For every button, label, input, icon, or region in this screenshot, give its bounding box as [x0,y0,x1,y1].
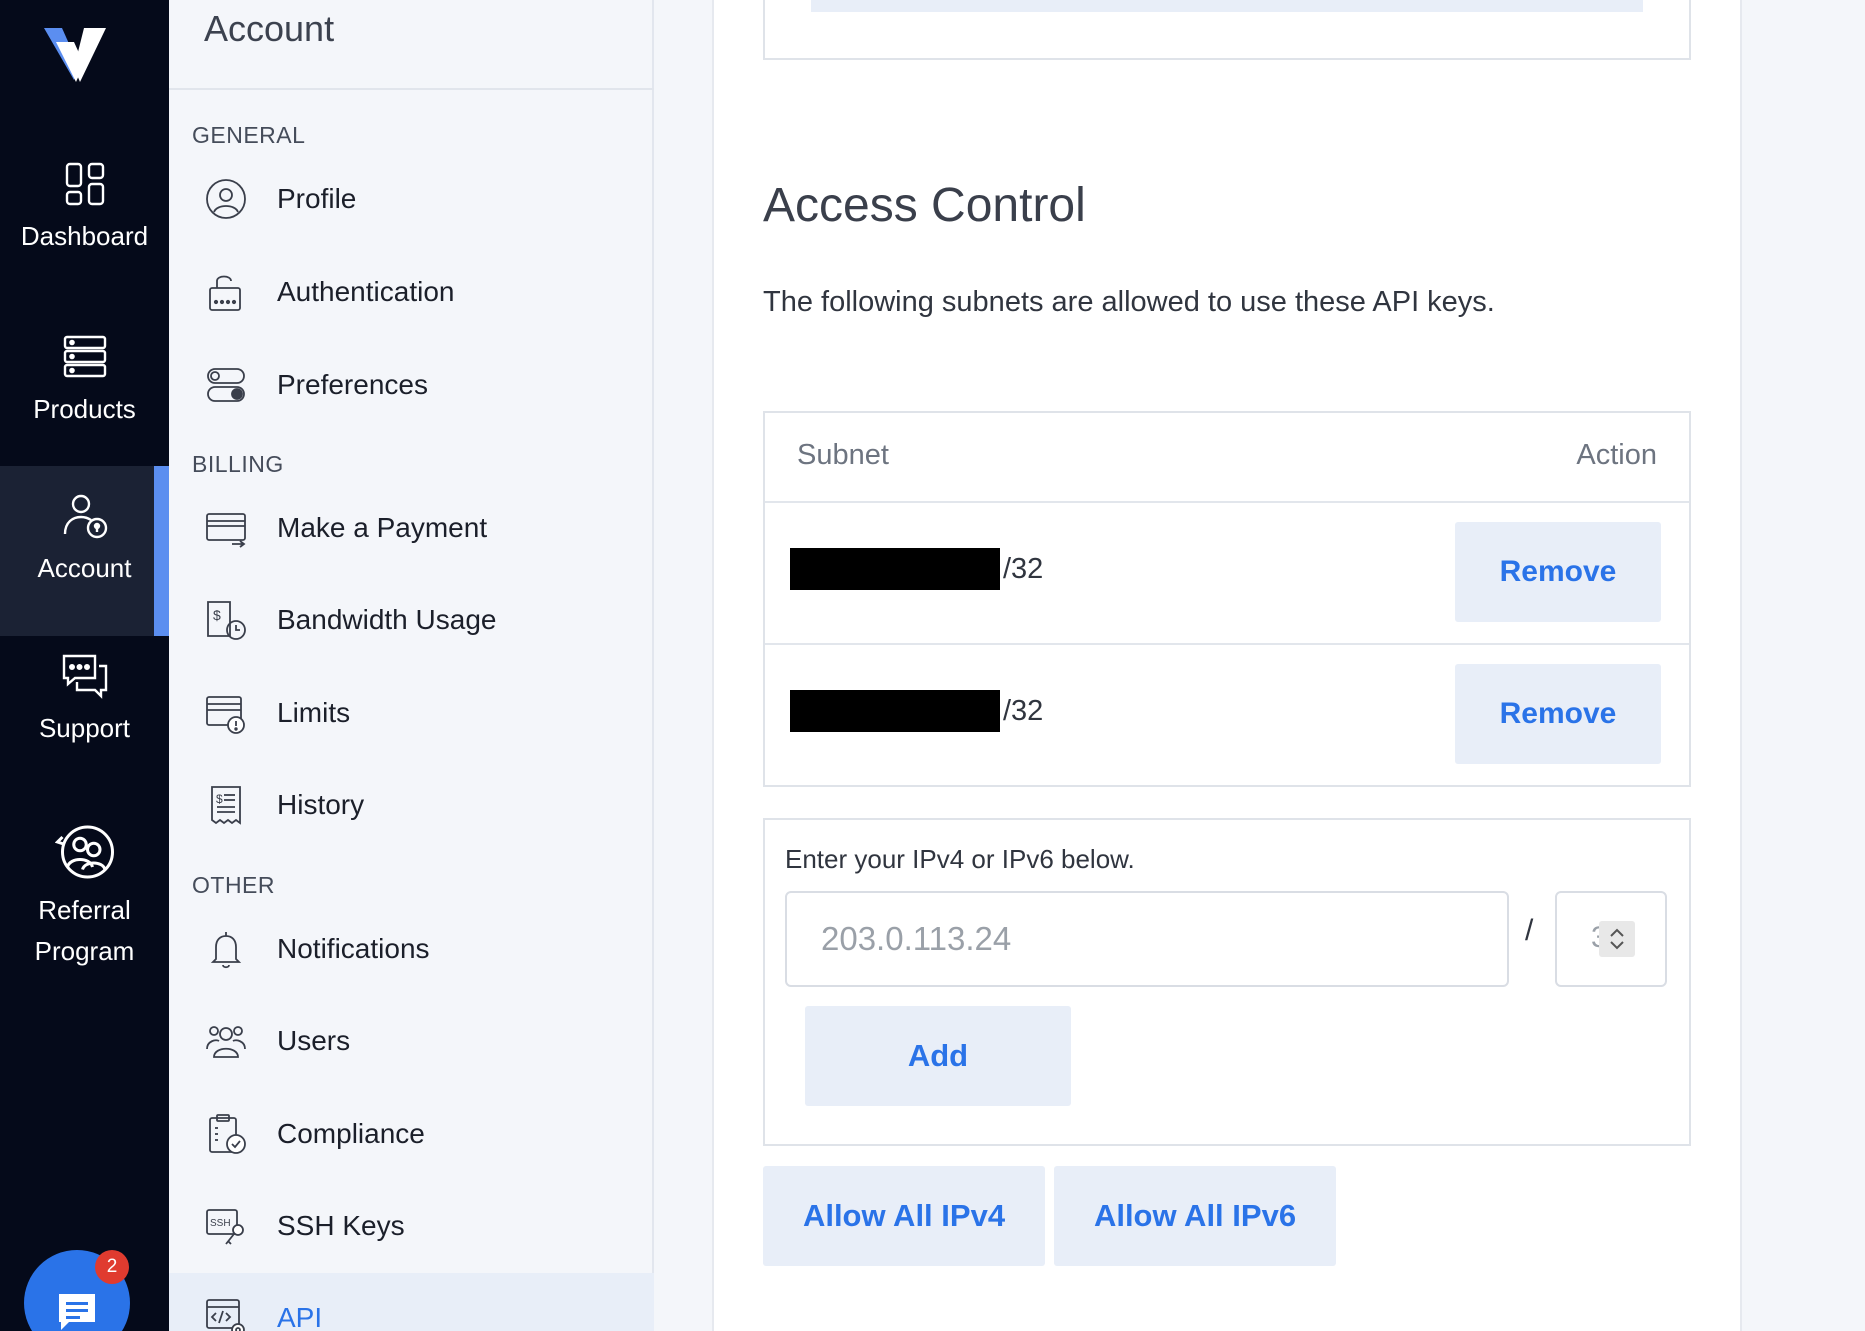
section-label-other: OTHER [192,872,275,898]
nav-item-limits[interactable]: Limits [169,673,654,753]
nav-item-label: Authentication [277,276,455,307]
add-subnet-form: Enter your IPv4 or IPv6 below. / 3 Add [763,818,1691,1146]
ssh-key-icon: SSH [206,1209,244,1245]
rail-item-label: Support [38,713,131,743]
rail-item-products[interactable]: Products [0,333,169,453]
add-button[interactable]: Add [805,1006,1071,1106]
nav-item-bandwidth-usage[interactable]: $ Bandwidth Usage [169,580,654,660]
limits-icon [206,696,245,734]
rail-item-referral[interactable]: Referral Program [0,822,169,992]
subnet-cidr: /32 [1003,695,1044,727]
nav-item-preferences[interactable]: Preferences [169,345,654,425]
nav-item-label: Preferences [277,369,428,400]
prefix-value: 3 [1591,921,1599,955]
nav-item-profile[interactable]: Profile [169,159,654,239]
nav-item-label: API [277,1302,323,1331]
rail-item-label: Referral Program [34,895,135,966]
api-icon [206,1299,245,1331]
allow-all-ipv6-button[interactable]: Allow All IPv6 [1054,1166,1336,1266]
ip-address-input[interactable] [785,891,1509,987]
account-subnav: Account GENERAL Profile Authentication P… [169,0,654,1331]
prefix-length-input[interactable]: 3 [1555,891,1667,987]
nav-item-make-payment[interactable]: Make a Payment [169,488,654,568]
products-icon [63,335,106,378]
referral-icon [54,825,114,879]
previous-section-field [811,0,1643,12]
profile-icon [206,179,246,219]
prefix-separator: / [1525,914,1534,947]
nav-item-label: Compliance [277,1118,425,1149]
spinner-arrows-icon [1610,928,1624,950]
users-icon [206,1026,246,1058]
nav-item-label: Make a Payment [277,512,488,543]
credit-card-icon [206,513,246,548]
bell-icon [210,932,242,969]
subnet-cidr: /32 [1003,553,1044,585]
bandwidth-icon: $ [207,601,246,640]
support-icon [62,654,107,699]
section-label-general: GENERAL [192,122,306,148]
table-row: /32 Remove [765,645,1689,787]
chat-icon [59,1294,95,1330]
number-spinner[interactable] [1599,921,1635,957]
allow-all-ipv4-button[interactable]: Allow All IPv4 [763,1166,1045,1266]
lock-icon [209,275,241,311]
subnav-title: Account [204,8,335,49]
page-description: The following subnets are allowed to use… [763,286,1495,318]
nav-item-label: Notifications [277,933,430,964]
rail-item-label: Dashboard [20,221,149,251]
compliance-icon [209,1114,246,1154]
remove-button[interactable]: Remove [1455,664,1661,764]
rail-item-dashboard[interactable]: Dashboard [0,160,169,280]
nav-item-label: SSH Keys [277,1210,405,1241]
divider [169,88,654,90]
account-icon [63,494,107,539]
table-header: Subnet Action [765,413,1689,503]
svg-text:SSH: SSH [210,1218,231,1229]
nav-item-label: Bandwidth Usage [277,604,497,635]
subnet-table: Subnet Action /32 Remove /32 Remove [763,411,1691,787]
receipt-icon: $ [211,786,241,825]
svg-text:$: $ [216,792,223,806]
main-rail: Dashboard Products Account Support Refer… [0,0,169,1331]
nav-item-api[interactable]: API [169,1273,654,1331]
toggle-icon [207,368,245,402]
nav-item-label: Users [277,1025,351,1056]
dashboard-icon [65,162,104,206]
nav-item-authentication[interactable]: Authentication [169,252,654,332]
nav-item-label: History [277,789,365,820]
logo-icon[interactable] [40,24,112,88]
page-title: Access Control [763,179,1086,232]
notification-badge: 2 [95,1250,129,1284]
rail-item-support[interactable]: Support [0,652,169,772]
column-header-action: Action [1576,439,1657,471]
section-label-billing: BILLING [192,451,284,477]
redacted-ip [790,690,1000,732]
rail-item-label: Products [33,394,136,424]
nav-item-ssh-keys[interactable]: SSH SSH Keys [169,1186,654,1266]
nav-item-users[interactable]: Users [169,1001,654,1081]
nav-item-history[interactable]: $ History [169,765,654,845]
column-header-subnet: Subnet [797,439,889,471]
redacted-ip [790,548,1000,590]
nav-item-label: Profile [277,183,357,214]
remove-button[interactable]: Remove [1455,522,1661,622]
ip-input-label: Enter your IPv4 or IPv6 below. [785,844,1135,874]
nav-item-notifications[interactable]: Notifications [169,909,654,989]
table-row: /32 Remove [765,503,1689,645]
rail-item-label: Account [37,553,132,583]
svg-text:$: $ [213,607,221,623]
rail-item-account[interactable]: Account [0,466,169,636]
nav-item-label: Limits [277,697,351,728]
nav-item-compliance[interactable]: Compliance [169,1094,654,1174]
